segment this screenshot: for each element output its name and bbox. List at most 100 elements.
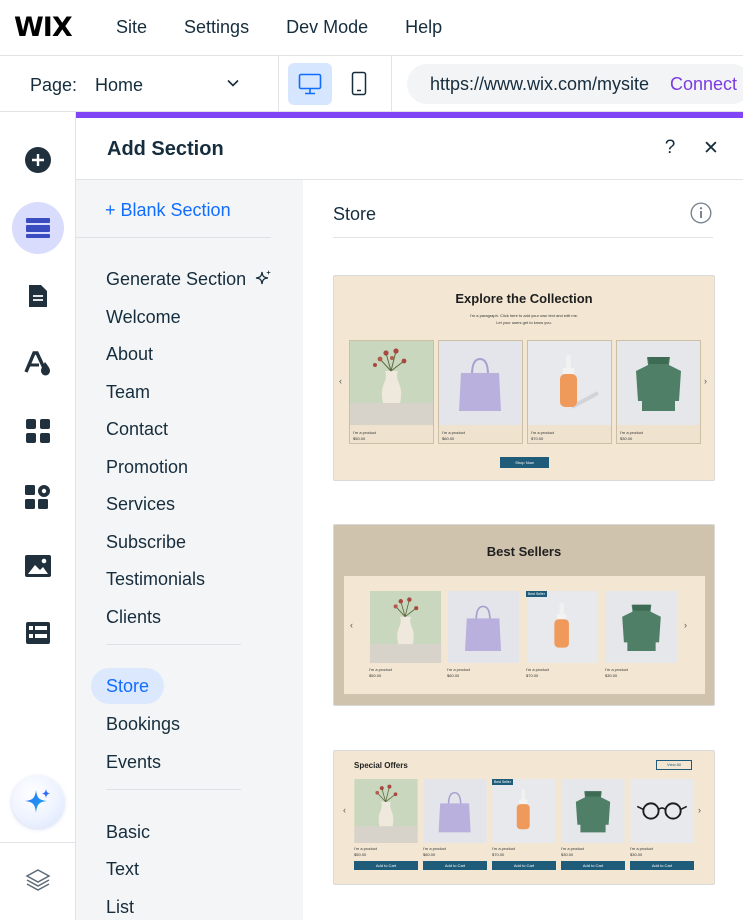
- site-url-bar[interactable]: https://www.wix.com/mysite Connect: [407, 64, 743, 104]
- sweater-image: [605, 591, 678, 663]
- business-apps-button[interactable]: [12, 472, 64, 524]
- close-icon[interactable]: ✕: [699, 136, 723, 160]
- category-team[interactable]: Team: [106, 382, 150, 403]
- add-to-cart-button: Add to Cart: [423, 861, 487, 870]
- layers-button[interactable]: [12, 854, 64, 906]
- product-name: I'm a product: [354, 846, 377, 851]
- chevron-down-icon[interactable]: [224, 74, 242, 92]
- product-price: $50.00: [353, 436, 366, 441]
- section-category-list: + Blank Section Generate Section Welcome…: [76, 180, 303, 920]
- best-seller-badge: Best Seller: [492, 779, 513, 785]
- sweater-image: [561, 779, 625, 843]
- menu-settings[interactable]: Settings: [184, 17, 249, 38]
- add-section-button[interactable]: [12, 202, 64, 254]
- card-paragraph: Let your users get to know you.: [496, 320, 552, 325]
- product-strip: ‹ › I'm a product $50.00 I'm a product $…: [344, 576, 705, 694]
- blank-section-button[interactable]: + Blank Section: [105, 200, 231, 221]
- layers-icon: [25, 869, 51, 891]
- site-url: https://www.wix.com/mysite: [430, 74, 650, 94]
- product-name: I'm a product: [630, 846, 653, 851]
- preview-divider: [333, 237, 713, 238]
- category-subscribe[interactable]: Subscribe: [106, 532, 186, 553]
- product-tile-glasses: I'm a product $30.00 Add to Cart: [630, 779, 694, 870]
- chevron-right-icon: ›: [698, 805, 701, 815]
- add-to-cart-button: Add to Cart: [561, 861, 625, 870]
- section-preview-list: Store Explore the Collection I'm a parag…: [303, 180, 743, 920]
- category-list[interactable]: List: [106, 897, 134, 918]
- product-price: $30.00: [561, 852, 574, 857]
- puzzle-icon: [25, 485, 50, 509]
- category-contact[interactable]: Contact: [106, 419, 168, 440]
- site-design-button[interactable]: [12, 337, 64, 389]
- ai-sparkle-icon: [25, 789, 50, 813]
- product-tile-sweater: I'm a product $30.00 Add to Cart: [561, 779, 625, 870]
- card-title: Best Sellers: [486, 544, 562, 559]
- desktop-view-button[interactable]: [288, 63, 332, 105]
- category-testimonials[interactable]: Testimonials: [106, 569, 205, 590]
- product-price: $70.00: [531, 436, 544, 441]
- page-label: Page:: [30, 75, 78, 95]
- category-generate-section[interactable]: Generate Section: [106, 269, 272, 290]
- category-divider: [106, 644, 241, 645]
- product-name: I'm a product: [620, 430, 643, 435]
- product-name: I'm a product: [447, 667, 470, 672]
- connect-domain-link[interactable]: Connect: [670, 74, 737, 95]
- mobile-view-button[interactable]: [337, 63, 381, 105]
- cms-button[interactable]: [12, 607, 64, 659]
- serum-bottle-image: [528, 341, 611, 425]
- store-section-card-special-offers[interactable]: Special Offers View All ‹ › I'm a produc…: [333, 750, 715, 885]
- card-title: Explore the Collection: [455, 291, 593, 306]
- category-basic[interactable]: Basic: [106, 822, 150, 843]
- menu-help[interactable]: Help: [405, 17, 442, 38]
- product-tile-sweater: I'm a product $30.00: [616, 340, 701, 444]
- tote-bag-image: [439, 341, 522, 425]
- product-name: I'm a product: [423, 846, 446, 851]
- add-section-panel-header: Add Section ? ✕: [76, 118, 743, 180]
- preview-category-title: Store: [333, 204, 377, 224]
- pages-button[interactable]: [12, 270, 64, 322]
- product-name: I'm a product: [561, 846, 584, 851]
- info-icon[interactable]: [690, 202, 712, 224]
- category-label: Generate Section: [106, 269, 247, 289]
- category-about[interactable]: About: [106, 344, 153, 365]
- category-services[interactable]: Services: [106, 494, 175, 515]
- wix-logo[interactable]: WIX: [14, 12, 116, 43]
- vase-image: [350, 341, 433, 425]
- add-elements-button[interactable]: [12, 134, 64, 186]
- design-icon: [24, 351, 50, 376]
- page-selector[interactable]: Home: [95, 75, 143, 96]
- category-bookings[interactable]: Bookings: [106, 714, 180, 735]
- product-name: I'm a product: [442, 430, 465, 435]
- product-tile-tote: I'm a product $60.00 Add to Cart: [423, 779, 487, 870]
- cms-icon: [26, 622, 50, 644]
- chevron-left-icon: ‹: [350, 620, 353, 630]
- help-button[interactable]: ?: [658, 136, 682, 160]
- left-rail: [0, 112, 76, 920]
- category-text[interactable]: Text: [106, 859, 139, 880]
- rail-divider: [0, 842, 76, 843]
- category-welcome[interactable]: Welcome: [106, 307, 181, 328]
- category-clients[interactable]: Clients: [106, 607, 161, 628]
- media-button[interactable]: [12, 540, 64, 592]
- sparkle-icon: [256, 270, 272, 285]
- serum-bottle-image: [526, 591, 599, 663]
- store-section-card-explore[interactable]: Explore the Collection I'm a paragraph. …: [333, 275, 715, 481]
- apps-button[interactable]: [12, 405, 64, 457]
- panel-title: Add Section: [107, 138, 224, 160]
- category-events[interactable]: Events: [106, 752, 161, 773]
- product-name: I'm a product: [492, 846, 515, 851]
- menu-site[interactable]: Site: [116, 17, 147, 38]
- ai-assistant-button[interactable]: [12, 776, 64, 828]
- category-divider: [106, 789, 241, 790]
- product-price: $30.00: [630, 852, 643, 857]
- category-promotion[interactable]: Promotion: [106, 457, 188, 478]
- category-store[interactable]: Store: [91, 668, 165, 704]
- store-section-card-best-sellers[interactable]: Best Sellers ‹ › I'm a product $50.00 I'…: [333, 524, 715, 706]
- product-name: I'm a product: [605, 667, 628, 672]
- product-name: I'm a product: [353, 430, 376, 435]
- mobile-icon: [351, 71, 367, 96]
- menu-dev-mode[interactable]: Dev Mode: [286, 17, 368, 38]
- view-all-button: View All: [656, 760, 692, 770]
- media-icon: [25, 555, 51, 577]
- tote-bag-image: [423, 779, 487, 843]
